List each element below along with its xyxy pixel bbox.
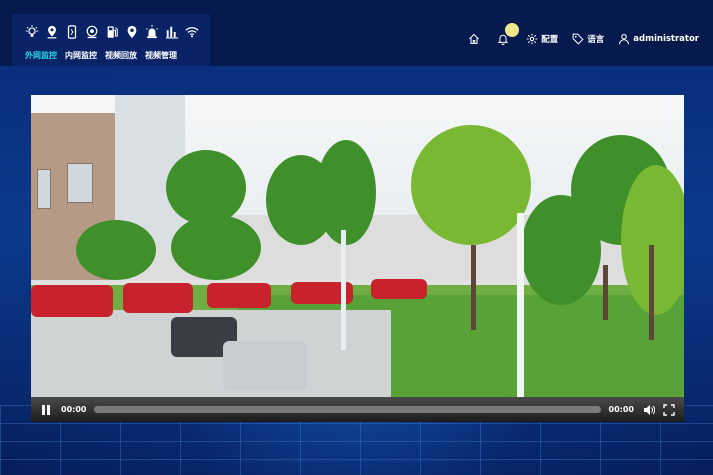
tab-video-playback[interactable]: 视频回放 xyxy=(105,50,137,61)
duration: 00:00 xyxy=(608,405,634,414)
nav-tabs: 外网监控 内网监控 视频回放 视频管理 xyxy=(25,50,177,61)
language-label: 语言 xyxy=(587,35,605,45)
fullscreen-icon xyxy=(663,403,675,416)
gear-icon xyxy=(527,33,538,45)
user-menu[interactable]: administrator xyxy=(618,33,699,45)
username-label: administrator xyxy=(633,34,699,44)
user-icon xyxy=(619,33,630,45)
phone-icon[interactable] xyxy=(62,22,82,42)
tab-internal-monitoring[interactable]: 内网监控 xyxy=(65,50,97,61)
camera-icon[interactable] xyxy=(82,22,102,42)
pause-icon xyxy=(42,404,50,415)
notifications-button[interactable] xyxy=(497,23,520,45)
language-button[interactable]: 语言 xyxy=(572,33,604,45)
home-button[interactable] xyxy=(468,33,483,45)
current-time: 00:00 xyxy=(61,405,87,414)
tab-video-management[interactable]: 视频管理 xyxy=(145,50,177,61)
bar-chart-icon[interactable] xyxy=(162,22,182,42)
right-menu: 配置 语言 administrator xyxy=(454,23,699,45)
player-controls: 00:00 00:00 xyxy=(31,397,684,422)
tag-icon xyxy=(572,33,584,45)
toolbar-icons xyxy=(22,22,202,42)
pause-button[interactable] xyxy=(39,403,53,417)
map-marker-icon[interactable] xyxy=(122,22,142,42)
fuel-pump-icon[interactable] xyxy=(102,22,122,42)
home-icon xyxy=(469,33,480,45)
light-bulb-icon[interactable] xyxy=(22,22,42,42)
fullscreen-button[interactable] xyxy=(662,403,676,417)
seek-bar[interactable] xyxy=(94,406,601,413)
volume-icon xyxy=(644,404,655,415)
config-label: 配置 xyxy=(541,35,559,45)
alarm-light-icon[interactable] xyxy=(142,22,162,42)
bell-icon xyxy=(497,34,509,45)
volume-button[interactable] xyxy=(642,403,656,417)
location-pin-icon[interactable] xyxy=(42,22,62,42)
video-player[interactable]: 00:00 00:00 xyxy=(31,95,684,422)
tab-external-monitoring[interactable]: 外网监控 xyxy=(25,50,57,61)
wifi-icon[interactable] xyxy=(182,22,202,42)
config-button[interactable]: 配置 xyxy=(526,33,558,45)
top-header: 外网监控 内网监控 视频回放 视频管理 配置 语言 administrator xyxy=(0,0,713,66)
